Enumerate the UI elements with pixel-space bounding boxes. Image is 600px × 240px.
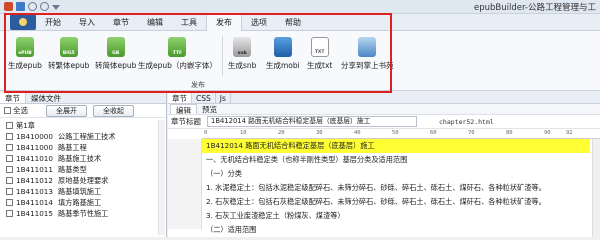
generate-mobi-button[interactable]: 生成mobi	[266, 37, 300, 71]
convert-traditional-epub-button[interactable]: BIG5 转繁体epub	[48, 37, 89, 71]
tree-item[interactable]: 1B411014 填方路基施工	[6, 197, 166, 208]
convert-simplified-epub-button[interactable]: GB 转简体epub	[95, 37, 136, 71]
tree-item[interactable]: 1B411015 路基季节性施工	[6, 208, 166, 219]
tab-media-files[interactable]: 媒体文件	[26, 93, 66, 103]
tab-help[interactable]: 帮助	[276, 14, 310, 31]
tab-publish[interactable]: 发布	[206, 13, 242, 31]
editor-subtabs: 编辑 预览	[168, 104, 600, 115]
epub-big5-icon: BIG5	[59, 37, 78, 57]
editor-line[interactable]: （一）分类	[206, 167, 242, 181]
line-gutter	[168, 139, 202, 229]
tree-item[interactable]: 1B411010 路基施工技术	[6, 153, 166, 164]
checkbox[interactable]	[6, 188, 13, 195]
chapter-tree: 第1章 1B410000 公路工程施工技术 1B411000 路基工程 1B4110…	[0, 118, 166, 219]
title-bar: epubBuilder-公路工程管理与工	[0, 0, 600, 14]
quick-access-toolbar	[4, 2, 60, 11]
checkbox[interactable]	[4, 107, 11, 114]
chapter-panel: 章节 媒体文件 全选 全展开 全收起 第1章 1B410000 公路工程施工技术 …	[0, 93, 167, 237]
app-orb-icon	[19, 18, 27, 26]
snb-icon: snb	[233, 37, 252, 57]
editor-scrollbar[interactable]	[592, 139, 600, 237]
file-menu-button[interactable]	[10, 14, 36, 30]
undo-icon[interactable]	[28, 2, 37, 11]
tab-start[interactable]: 开始	[36, 14, 70, 31]
checkbox[interactable]	[6, 210, 13, 217]
tab-chapter-editor[interactable]: 章节	[168, 93, 192, 103]
checkbox[interactable]	[6, 122, 13, 129]
editor-line[interactable]: （二）适用范围	[206, 223, 256, 237]
tree-item[interactable]: 第1章	[6, 120, 166, 131]
ribbon-group-label: 发布	[191, 81, 205, 89]
editor-line[interactable]: 1. 水泥稳定土：包括水泥稳定级配碎石、未筛分碎石、砂砾、碎石土、砾石土、煤矸石…	[206, 181, 546, 195]
tree-item[interactable]: 1B410000 公路工程施工技术	[6, 131, 166, 142]
editor-line[interactable]: 1B412014 路面无机结合料稳定基层（底基层）施工	[202, 139, 590, 153]
generate-snb-button[interactable]: snb 生成snb	[228, 37, 256, 71]
tab-preview[interactable]: 预览	[197, 104, 222, 114]
tab-css[interactable]: CSS	[192, 93, 216, 103]
tree-item[interactable]: 1B411000 路基工程	[6, 142, 166, 153]
app-icon[interactable]	[4, 2, 13, 11]
tree-toolbar: 全选 全展开 全收起	[0, 104, 166, 118]
tab-edit[interactable]: 编辑	[138, 14, 172, 31]
ruler: 0 10 20 30 40 50 60 70 80 90 92	[202, 129, 600, 139]
editor-line[interactable]: 3. 石灰工业废渣稳定土（粉煤灰、煤渣等）	[206, 209, 345, 223]
tab-edit-mode[interactable]: 编辑	[170, 104, 197, 115]
tab-chapter[interactable]: 章节	[104, 14, 138, 31]
chapter-title-row: 章节标题 1B412014 路面无机结合料稳定基层（底基层）施工 chapter…	[168, 115, 600, 129]
mobi-book-icon	[273, 37, 292, 57]
redo-icon[interactable]	[40, 2, 49, 11]
epub-ttf-icon: TTF	[168, 37, 187, 57]
chapter-title-input[interactable]: 1B412014 路面无机结合料稳定基层（底基层）施工	[207, 116, 417, 127]
epub-gb-icon: GB	[106, 37, 125, 57]
customize-dropdown-icon[interactable]	[52, 5, 60, 10]
editor-line[interactable]: 一、无机结合料稳定类（也称半刚性类型）基层分类及适用范围	[206, 153, 407, 167]
share-to-bookstore-button[interactable]: 分享到掌上书苑	[341, 37, 394, 71]
checkbox[interactable]	[6, 177, 13, 184]
tree-item[interactable]: 1B411011 路基类型	[6, 164, 166, 175]
checkbox[interactable]	[6, 133, 13, 140]
tab-chapters[interactable]: 章节	[0, 93, 26, 103]
window-title: epubBuilder-公路工程管理与工	[474, 3, 596, 13]
tab-tools[interactable]: 工具	[172, 14, 206, 31]
checkbox[interactable]	[6, 155, 13, 162]
txt-icon: TXT	[310, 37, 329, 57]
select-all-checkbox[interactable]: 全选	[4, 105, 28, 116]
checkbox[interactable]	[6, 199, 13, 206]
tab-import[interactable]: 导入	[70, 14, 104, 31]
left-tabs: 章节 媒体文件	[0, 93, 166, 104]
tab-options[interactable]: 选项	[242, 14, 276, 31]
tab-js[interactable]: Js	[216, 93, 231, 103]
share-icon	[358, 37, 377, 57]
expand-all-button[interactable]: 全展开	[46, 104, 87, 117]
tree-scrollbar[interactable]	[158, 120, 165, 235]
editor-tabs: 章节 CSS Js	[168, 93, 600, 104]
generate-epub-button[interactable]: ePUB 生成epub	[8, 37, 42, 71]
chapter-title-label: 章节标题	[171, 117, 201, 126]
chapter-filename: chapter52.html	[439, 117, 494, 126]
editor-line[interactable]: 2. 石灰稳定土：包括石灰稳定级配碎石、未筛分碎石、砂砾、碎石土、砾石土、煤矸石…	[206, 195, 546, 209]
generate-epub-embedded-font-button[interactable]: TTF 生成epub（内嵌字体）	[138, 37, 217, 71]
checkbox[interactable]	[6, 144, 13, 151]
save-icon[interactable]	[16, 2, 25, 11]
generate-txt-button[interactable]: TXT 生成txt	[307, 37, 332, 71]
checkbox[interactable]	[6, 166, 13, 173]
collapse-all-button[interactable]: 全收起	[93, 104, 134, 117]
tree-item[interactable]: 1B411012 原地基处理要求	[6, 175, 166, 186]
ribbon-tabs: 开始 导入 章节 编辑 工具 发布 选项 帮助	[0, 13, 600, 31]
tree-item[interactable]: 1B411013 路基填筑施工	[6, 186, 166, 197]
editor-panel: 章节 CSS Js 编辑 预览 章节标题 1B412014 路面无机结合料稳定基…	[168, 93, 600, 237]
ribbon-separator	[222, 36, 223, 76]
epub-icon: ePUB	[15, 37, 34, 57]
